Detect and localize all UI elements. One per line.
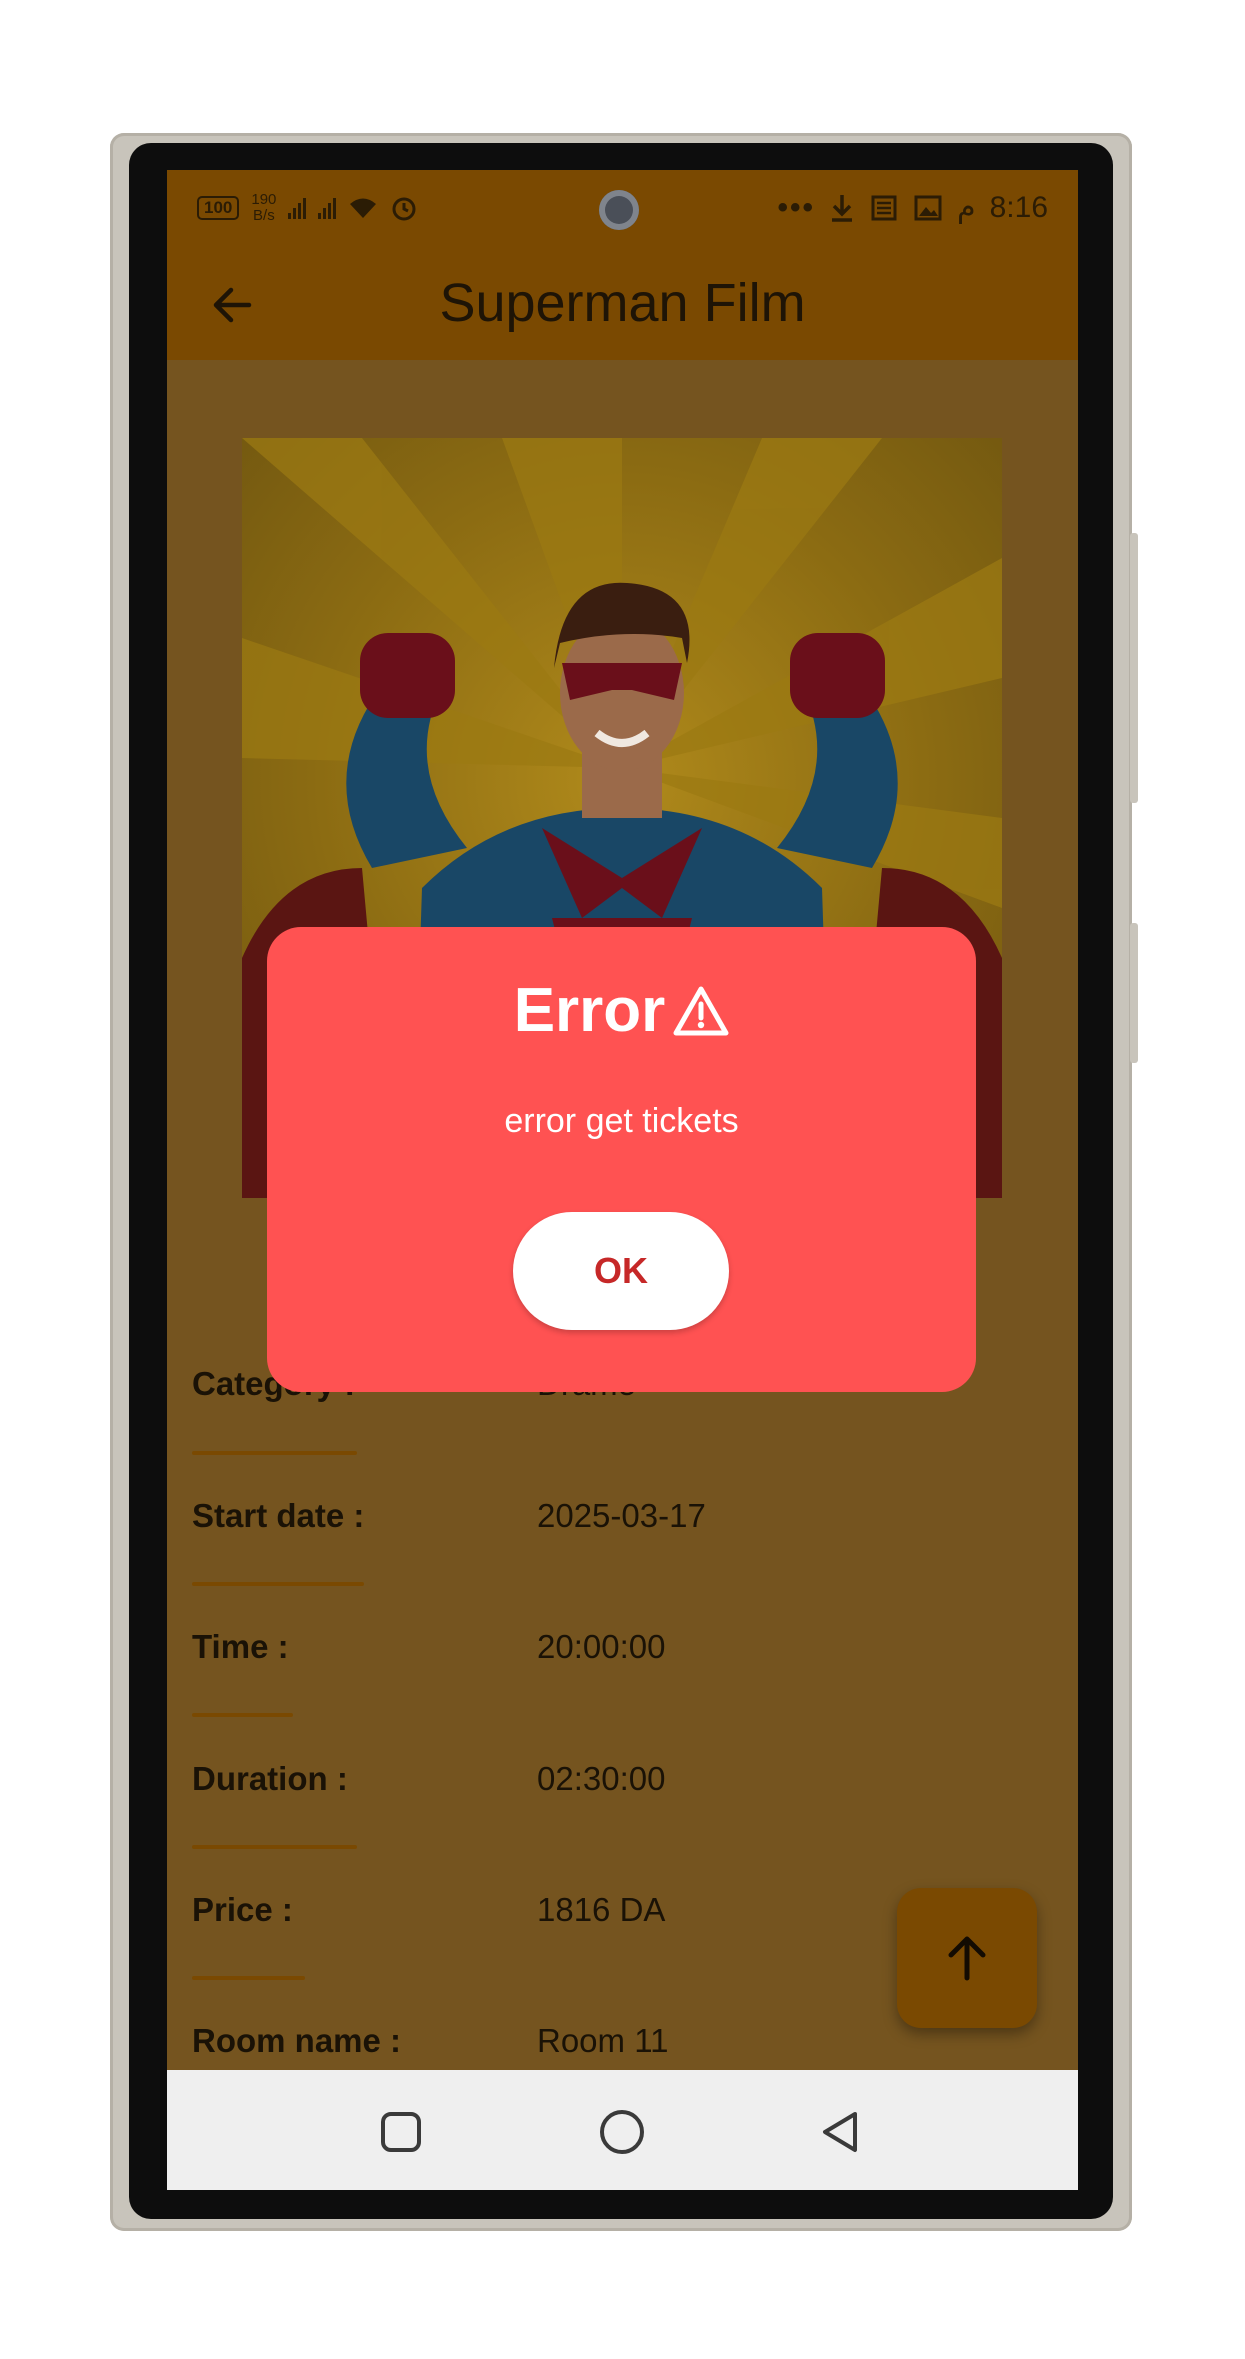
detail-label: Duration :: [192, 1760, 348, 1797]
detail-row-start-date: Start date : 2025-03-17: [192, 1497, 1052, 1557]
network-speed: 190 B/s: [251, 192, 276, 224]
system-navigation-bar: [167, 2070, 1078, 2190]
divider: [192, 1451, 357, 1455]
dialog-title: Error: [267, 975, 976, 1046]
recent-apps-icon[interactable]: [377, 2108, 425, 2156]
detail-row-time: Time : 20:00:00: [192, 1628, 1052, 1688]
dialog-title-text: Error: [513, 976, 666, 1045]
volume-button: [1130, 533, 1138, 803]
alarm-icon: [392, 197, 416, 221]
home-icon[interactable]: [598, 2108, 646, 2156]
detail-label: Price :: [192, 1891, 293, 1928]
front-camera: [599, 190, 639, 230]
divider: [192, 1582, 364, 1586]
arrow-up-icon: [948, 1936, 986, 1981]
divider: [192, 1845, 357, 1849]
divider: [192, 1976, 305, 1980]
error-dialog: Error error get tickets OK: [267, 927, 976, 1392]
battery-indicator: 100: [197, 196, 240, 220]
image-icon: [914, 195, 942, 220]
detail-row-duration: Duration : 02:30:00: [192, 1760, 1052, 1820]
detail-label: Time :: [192, 1628, 289, 1665]
clock: 8:16: [989, 190, 1048, 224]
page-title: Superman Film: [439, 273, 806, 333]
detail-value: 2025-03-17: [537, 1497, 706, 1534]
scroll-to-top-button[interactable]: [897, 1888, 1037, 2028]
network-speed-value: 190: [251, 191, 277, 208]
detail-value: Room 11: [537, 2022, 669, 2059]
network-speed-unit: B/s: [253, 207, 275, 224]
dialog-message: error get tickets: [504, 1102, 739, 1140]
detail-value: 20:00:00: [537, 1628, 666, 1665]
signal-icon: [288, 197, 307, 219]
wifi-icon: [350, 198, 377, 218]
detail-label: Start date :: [192, 1497, 365, 1534]
app-bar: Superman Film: [167, 248, 1078, 360]
detail-value: 02:30:00: [537, 1760, 666, 1797]
divider: [192, 1713, 293, 1717]
ok-button[interactable]: OK: [513, 1212, 729, 1330]
signal-icon: [318, 197, 337, 219]
status-bar: 100 190 B/s ••• م 8:16: [167, 170, 1078, 248]
back-nav-icon[interactable]: [817, 2108, 865, 2156]
download-icon: [832, 194, 853, 222]
warning-icon: [673, 986, 729, 1035]
more-dots-icon: •••: [777, 190, 816, 224]
detail-label: Room name :: [192, 2022, 402, 2059]
am-pm-indicator: م: [957, 191, 976, 224]
news-icon: [871, 195, 897, 220]
power-button: [1130, 923, 1138, 1063]
detail-value: 1816 DA: [537, 1891, 666, 1928]
